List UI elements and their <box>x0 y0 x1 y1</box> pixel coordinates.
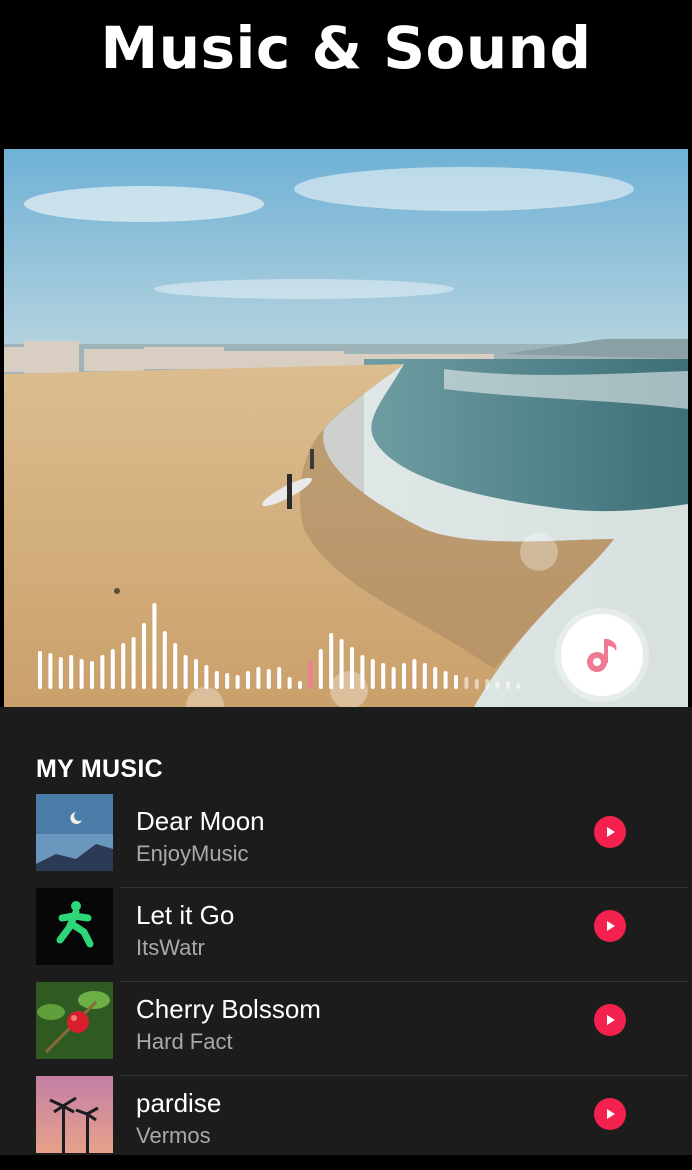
album-art <box>36 982 113 1059</box>
waveform-bar <box>318 649 323 689</box>
touch-indicator <box>330 671 368 707</box>
waveform-bar <box>214 671 219 689</box>
waveform-bar <box>370 659 375 689</box>
app-header: Music & Sound <box>0 0 692 148</box>
my-music-panel: MY MUSIC Dear Moon EnjoyMusic Let it Go <box>0 707 692 1155</box>
play-button[interactable] <box>594 816 626 848</box>
waveform-bar <box>194 659 198 689</box>
waveform-bar <box>277 667 282 689</box>
audio-waveform[interactable] <box>32 585 552 705</box>
play-icon <box>607 1015 615 1025</box>
track-row[interactable]: Dear Moon EnjoyMusic <box>0 794 692 888</box>
waveform-bar <box>443 671 448 689</box>
waveform-bar <box>308 661 313 689</box>
track-artist: Vermos <box>136 1123 211 1148</box>
album-art <box>36 888 113 965</box>
waveform-bar <box>298 681 302 689</box>
music-note-icon <box>587 639 617 672</box>
play-icon <box>607 921 615 931</box>
waveform-bar <box>474 679 479 689</box>
waveform-bar <box>173 643 178 689</box>
waveform-bar <box>142 623 146 689</box>
play-icon <box>607 1109 615 1119</box>
track-row[interactable]: Let it Go ItsWatr <box>0 888 692 982</box>
track-title: Dear Moon <box>136 806 265 836</box>
add-music-button[interactable] <box>561 614 643 696</box>
waveform-bar <box>402 663 406 689</box>
touch-indicator <box>520 533 558 571</box>
waveform-bar <box>266 669 271 689</box>
waveform-bar <box>235 675 240 689</box>
waveform-bar <box>246 671 250 689</box>
track-artist: EnjoyMusic <box>136 841 249 866</box>
waveform-bar <box>287 677 292 689</box>
waveform-bar <box>131 637 136 689</box>
section-title: MY MUSIC <box>36 755 163 783</box>
waveform-bar <box>495 681 500 689</box>
waveform-bar <box>100 655 105 689</box>
track-row[interactable]: Cherry Bolssom Hard Fact <box>0 982 692 1076</box>
waveform-bar <box>391 667 396 689</box>
track-artist: ItsWatr <box>136 935 205 960</box>
waveform-bar <box>38 651 42 689</box>
waveform-bar <box>381 663 386 689</box>
track-row[interactable]: pardise Vermos <box>0 1076 692 1170</box>
track-title: Cherry Bolssom <box>136 994 321 1024</box>
waveform-bar <box>204 665 209 689</box>
waveform-bar <box>90 661 94 689</box>
play-icon <box>607 827 615 837</box>
waveform-bar <box>48 653 53 689</box>
waveform-bar <box>256 667 261 689</box>
track-title: pardise <box>136 1088 222 1118</box>
waveform-bar <box>69 655 74 689</box>
track-title: Let it Go <box>136 900 235 930</box>
waveform-bar <box>422 663 427 689</box>
waveform-bar <box>183 655 188 689</box>
waveform-bar <box>516 683 521 689</box>
waveform-bar <box>225 673 230 689</box>
waveform-bar <box>454 675 458 689</box>
waveform-bar <box>485 679 490 689</box>
play-button[interactable] <box>594 1004 626 1036</box>
waveform-bar <box>152 603 157 689</box>
waveform-bar <box>162 631 167 689</box>
waveform-bar <box>464 677 469 689</box>
waveform-bar <box>110 649 115 689</box>
track-artist: Hard Fact <box>136 1029 233 1054</box>
album-art <box>36 1076 113 1153</box>
waveform-bar <box>121 643 126 689</box>
page-title: Music & Sound <box>100 14 592 82</box>
play-button[interactable] <box>594 910 626 942</box>
play-button[interactable] <box>594 1098 626 1130</box>
waveform-bar <box>506 681 510 689</box>
album-art <box>36 794 113 871</box>
waveform-bar <box>79 659 84 689</box>
waveform-bar <box>412 659 417 689</box>
waveform-bar <box>58 657 63 689</box>
waveform-bar <box>433 667 438 689</box>
